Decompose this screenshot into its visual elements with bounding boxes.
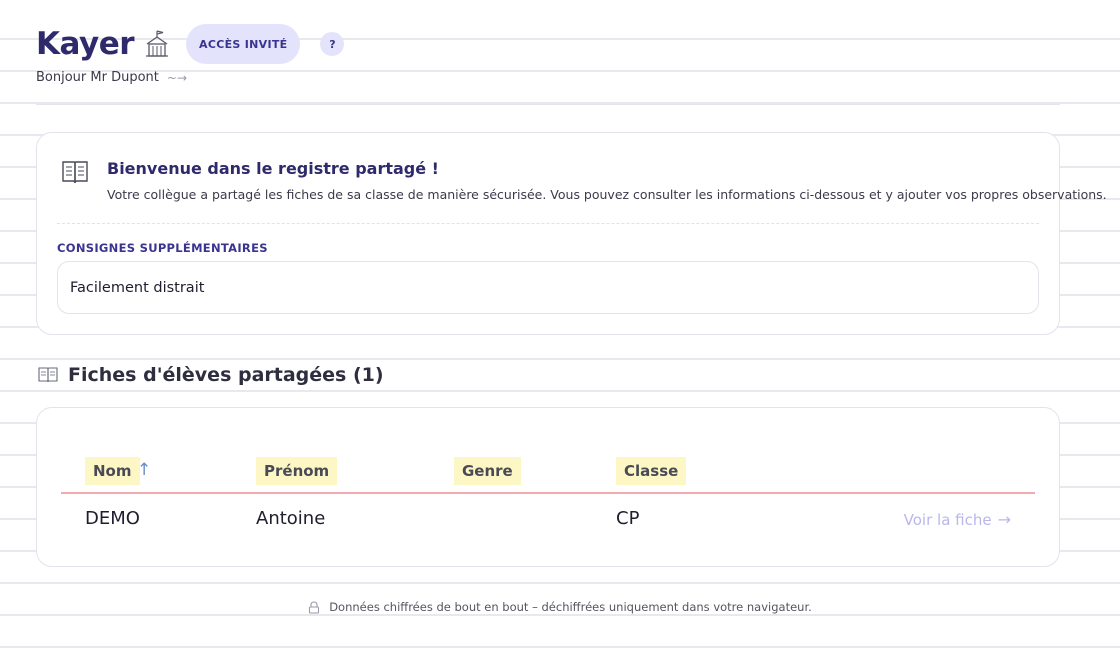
- students-table: Nom ↑ Prénom Genre Classe DEMO Antoine C…: [36, 407, 1060, 567]
- consignes-box: Facilement distrait: [57, 261, 1039, 314]
- help-button[interactable]: ?: [320, 32, 345, 56]
- column-header-genre[interactable]: Genre: [454, 457, 521, 485]
- guest-access-badge: ACCÈS INVITÉ: [186, 24, 301, 64]
- sort-ascending-icon[interactable]: ↑: [137, 460, 151, 480]
- column-header-nom[interactable]: Nom: [85, 457, 140, 485]
- column-header-prenom[interactable]: Prénom: [256, 457, 338, 485]
- welcome-card: Bienvenue dans le registre partagé ! Vot…: [36, 132, 1107, 335]
- app-logo[interactable]: Kayer: [36, 26, 135, 62]
- book-icon: [38, 367, 58, 383]
- book-icon: [62, 161, 88, 184]
- cell-nom: DEMO: [85, 508, 140, 529]
- welcome-divider: [57, 223, 1039, 224]
- cell-classe: CP: [616, 508, 640, 529]
- consignes-label: CONSIGNES SUPPLÉMENTAIRES: [57, 241, 268, 255]
- school-icon: [146, 30, 169, 57]
- cell-prenom: Antoine: [256, 508, 326, 529]
- welcome-text: Votre collègue a partagé les fiches de s…: [107, 187, 1107, 202]
- arrow-right-icon: →: [997, 510, 1011, 529]
- welcome-title: Bienvenue dans le registre partagé !: [107, 159, 439, 178]
- greeting-text: Bonjour Mr Dupont: [36, 70, 159, 85]
- header-divider: [36, 104, 1060, 105]
- view-record-link[interactable]: Voir la fiche →: [904, 510, 1011, 529]
- app-header: Kayer ACCÈS INVITÉ ? Bonjour Mr Dupont ~…: [36, 22, 1060, 85]
- section-title: Fiches d'élèves partagées (1): [38, 364, 384, 386]
- footer-text: Données chiffrées de bout en bout – déch…: [329, 600, 812, 614]
- view-record-label: Voir la fiche: [903, 510, 992, 529]
- brand-row: Kayer ACCÈS INVITÉ ?: [36, 22, 1060, 66]
- footer: Données chiffrées de bout en bout – déch…: [0, 600, 1120, 614]
- column-header-classe[interactable]: Classe: [616, 457, 687, 485]
- wave-icon: ~→: [166, 70, 187, 85]
- table-header-divider: [61, 492, 1035, 494]
- greeting: Bonjour Mr Dupont ~→: [36, 70, 1060, 85]
- consignes-value: Facilement distrait: [70, 279, 205, 296]
- section-title-text: Fiches d'élèves partagées (1): [68, 364, 384, 386]
- lock-icon: [309, 600, 320, 614]
